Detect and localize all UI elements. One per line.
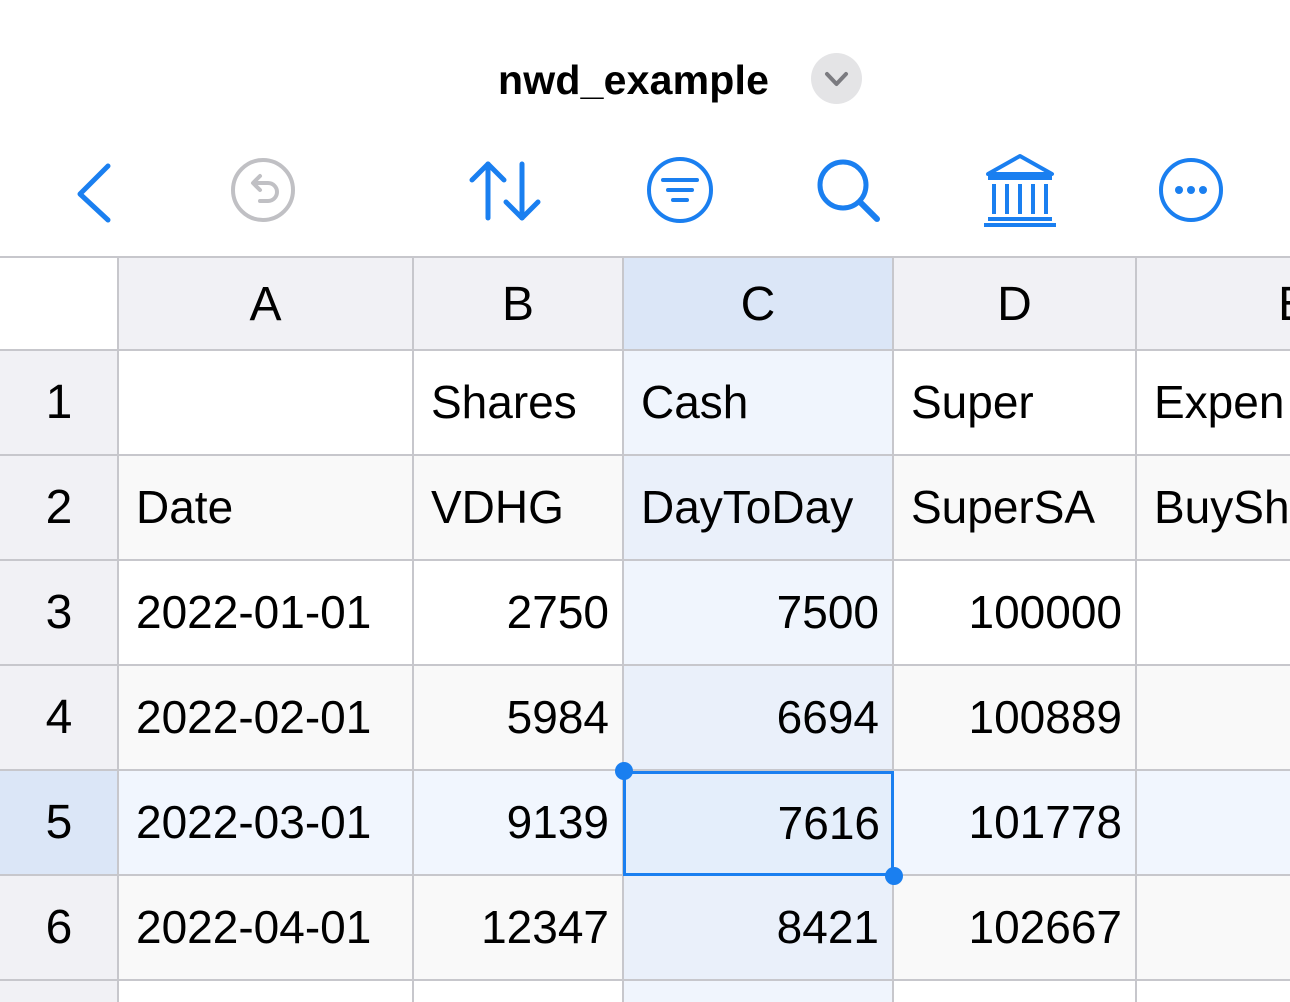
grid-line [0, 454, 1290, 456]
undo-button[interactable] [223, 150, 303, 230]
spreadsheet-grid[interactable]: A B C D E 1 2 3 4 5 6 Shares Cash Super … [0, 256, 1290, 1002]
bank-columns-icon [984, 154, 1056, 227]
selection-handle-top-left[interactable] [615, 762, 633, 780]
cell-e6[interactable] [1136, 875, 1290, 980]
chevron-down-icon [825, 72, 848, 86]
select-all-corner[interactable] [0, 256, 118, 350]
grid-line [1135, 256, 1137, 1002]
cell-d3[interactable]: 100000 [893, 560, 1136, 665]
filter-button[interactable] [640, 150, 720, 230]
cell-a3[interactable]: 2022-01-01 [118, 560, 413, 665]
cell-b2[interactable]: VDHG [413, 455, 623, 560]
row-header-3[interactable]: 3 [0, 560, 118, 665]
grid-line [892, 256, 894, 1002]
cell-e3[interactable] [1136, 560, 1290, 665]
grid-line [0, 664, 1290, 666]
cell-c5[interactable]: 7616 [626, 774, 891, 873]
selected-cell-c5[interactable]: 7616 [623, 771, 894, 876]
cell-c1[interactable]: Cash [623, 350, 893, 455]
database-button[interactable] [980, 152, 1060, 232]
column-header-a[interactable]: A [118, 256, 413, 350]
cell-d4[interactable]: 100889 [893, 665, 1136, 770]
cell-e1[interactable]: Expen [1136, 350, 1290, 455]
title-menu-button[interactable] [811, 53, 862, 104]
column-header-b[interactable]: B [413, 256, 623, 350]
cell-b3[interactable]: 2750 [413, 560, 623, 665]
grid-line [0, 979, 1290, 981]
row-header-5[interactable]: 5 [0, 770, 118, 875]
document-title[interactable]: nwd_example [498, 52, 769, 108]
cell-c3[interactable]: 7500 [623, 560, 893, 665]
undo-circle-icon [231, 158, 295, 222]
grid-line [0, 559, 1290, 561]
column-header-c[interactable]: C [623, 256, 893, 350]
row-header-2[interactable]: 2 [0, 455, 118, 560]
toolbar [0, 150, 1290, 255]
row-header-6[interactable]: 6 [0, 875, 118, 980]
ellipsis-circle-icon [1159, 158, 1223, 222]
cell-d5[interactable]: 101778 [893, 770, 1136, 875]
cell-a6[interactable]: 2022-04-01 [118, 875, 413, 980]
grid-line [117, 256, 119, 1002]
more-button[interactable] [1151, 150, 1231, 230]
grid-line [0, 256, 1290, 258]
grid-line [622, 256, 624, 1002]
cell-b5[interactable]: 9139 [413, 770, 623, 875]
chevron-left-icon [77, 163, 111, 223]
back-button[interactable] [56, 154, 136, 234]
cell-c2[interactable]: DayToDay [623, 455, 893, 560]
sort-arrows-icon [469, 161, 541, 221]
cell-b6[interactable]: 12347 [413, 875, 623, 980]
cell-c6[interactable]: 8421 [623, 875, 893, 980]
cell-d6[interactable]: 102667 [893, 875, 1136, 980]
search-button[interactable] [810, 152, 890, 232]
cell-e2[interactable]: BuySh [1136, 455, 1290, 560]
magnifier-icon [817, 159, 880, 222]
cell-e4[interactable] [1136, 665, 1290, 770]
cell-a5[interactable]: 2022-03-01 [118, 770, 413, 875]
row-header-1[interactable]: 1 [0, 350, 118, 455]
grid-line [0, 349, 1290, 351]
cell-e5[interactable] [1136, 770, 1290, 875]
row-header-4[interactable]: 4 [0, 665, 118, 770]
cell-d1[interactable]: Super [893, 350, 1136, 455]
cell-a4[interactable]: 2022-02-01 [118, 665, 413, 770]
cell-d2[interactable]: SuperSA [893, 455, 1136, 560]
sort-button[interactable] [466, 154, 546, 234]
cell-a2[interactable]: Date [118, 455, 413, 560]
grid-line [412, 256, 414, 1002]
row-header-7[interactable] [0, 980, 118, 1002]
column-header-d[interactable]: D [893, 256, 1136, 350]
cell-b4[interactable]: 5984 [413, 665, 623, 770]
cell-c4[interactable]: 6694 [623, 665, 893, 770]
cell-c7-partial [623, 980, 893, 1002]
selection-handle-bottom-right[interactable] [885, 867, 903, 885]
cell-a1[interactable] [118, 350, 413, 455]
column-header-e[interactable]: E [1136, 256, 1290, 350]
cell-b1[interactable]: Shares [413, 350, 623, 455]
filter-circle-icon [647, 157, 713, 223]
title-bar: nwd_example [0, 0, 1290, 150]
